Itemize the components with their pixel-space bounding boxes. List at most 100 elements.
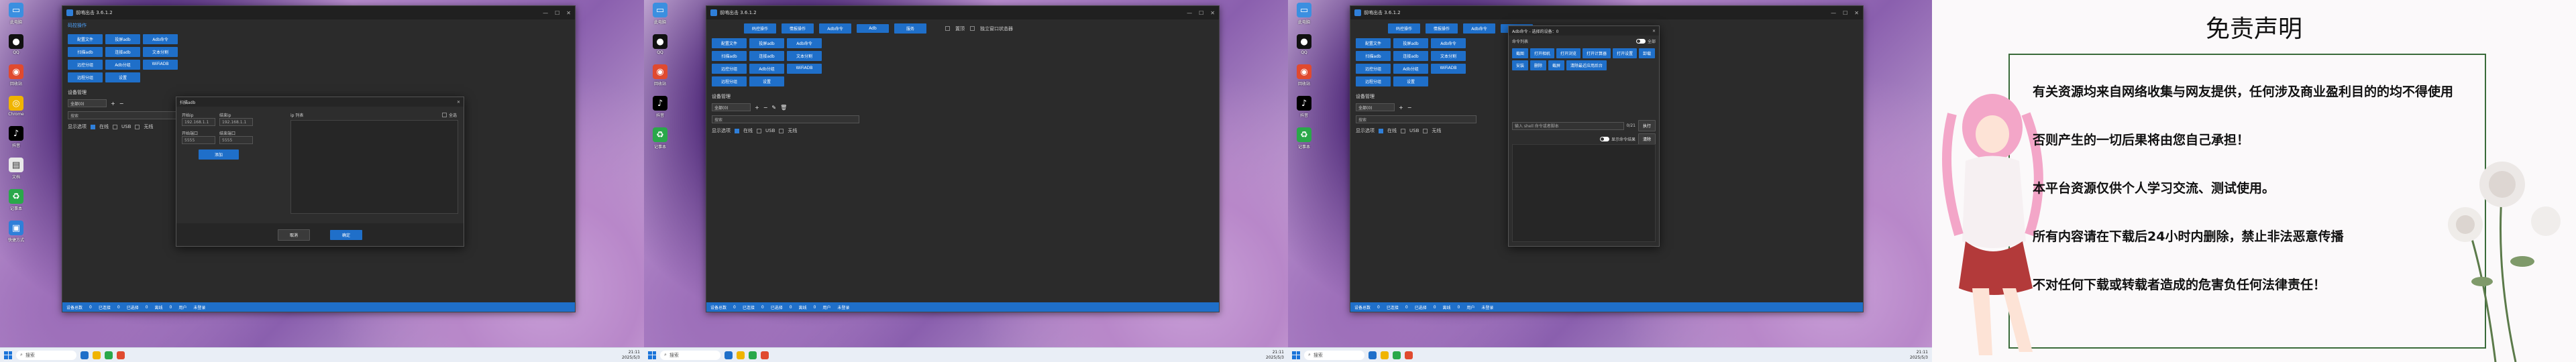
desktop-icon[interactable]: ● QQ: [1291, 34, 1318, 55]
command-button[interactable]: 打开浏览: [1556, 48, 1581, 58]
maximize-button[interactable]: ☐: [1843, 10, 1847, 16]
group-select[interactable]: 全部(0): [712, 103, 751, 111]
taskbar-app-icon[interactable]: [761, 351, 769, 359]
command-button[interactable]: 打开设置: [1613, 48, 1638, 58]
desktop-icon[interactable]: ▤ 文档: [3, 158, 30, 180]
settings-button[interactable]: 设置: [749, 76, 784, 86]
taskbar-clock[interactable]: 21:11 2025/5/3: [622, 350, 640, 361]
adb-group-button[interactable]: Adb分组: [749, 64, 784, 74]
desktop-icon[interactable]: ◎ Chrome: [3, 96, 30, 117]
usb-checkbox[interactable]: [1401, 128, 1405, 133]
adb-group-button[interactable]: Adb分组: [105, 60, 140, 70]
group-select[interactable]: 全部(0): [68, 99, 107, 107]
wifi-adb-button[interactable]: WiFiADB: [143, 60, 178, 70]
command-button[interactable]: 删除: [1530, 60, 1547, 70]
add-icon[interactable]: +: [111, 101, 115, 107]
add-icon[interactable]: +: [1399, 105, 1403, 111]
exec-button[interactable]: 执行: [1638, 120, 1656, 131]
tab-button[interactable]: 情报操作: [782, 23, 814, 34]
edit-icon[interactable]: ✎: [771, 105, 776, 111]
wireless-checkbox[interactable]: [135, 124, 140, 129]
wifi-adb-button[interactable]: WiFiADB: [1431, 64, 1466, 74]
desktop-icon[interactable]: ♻ 记事本: [647, 127, 674, 149]
taskbar-search[interactable]: ⌕ 搜索: [1304, 350, 1364, 360]
tab-button[interactable]: Adb: [857, 24, 889, 33]
desktop-icon[interactable]: ◉ 回收站: [3, 64, 30, 86]
mirror-adb-button[interactable]: 投屏adb: [749, 38, 784, 48]
remote-list-button[interactable]: 远程分组: [1356, 76, 1391, 86]
text-split-button[interactable]: 文本分割: [787, 51, 822, 61]
close-button[interactable]: ✕: [566, 10, 571, 16]
config-button[interactable]: 配置文件: [712, 38, 747, 48]
config-button[interactable]: 配置文件: [68, 34, 103, 44]
tab-button[interactable]: 情报操作: [1426, 23, 1458, 34]
end-port-input[interactable]: 5555: [219, 136, 253, 144]
top-checkbox[interactable]: [945, 26, 950, 31]
command-button[interactable]: 打开计算器: [1582, 48, 1611, 58]
text-split-button[interactable]: 文本分割: [143, 47, 178, 57]
online-checkbox[interactable]: [735, 128, 739, 133]
desktop-icon[interactable]: ♪ 抖音: [1291, 96, 1318, 118]
mirror-adb-button[interactable]: 投屏adb: [1393, 38, 1428, 48]
minus-icon[interactable]: −: [119, 101, 124, 107]
desktop-icon[interactable]: ◉ 回收站: [1291, 64, 1318, 86]
remote-group-button[interactable]: 远控分组: [68, 60, 103, 70]
cancel-button[interactable]: 取消: [278, 229, 310, 241]
desktop-icon[interactable]: ● QQ: [647, 34, 674, 55]
adb-group-button[interactable]: Adb分组: [1393, 64, 1428, 74]
end-ip-input[interactable]: 192.168.1.1: [219, 118, 253, 126]
minus-icon[interactable]: −: [1407, 105, 1412, 111]
all-toggle[interactable]: [1635, 39, 1646, 44]
desktop-icon[interactable]: ▭ 此电脑: [647, 3, 674, 25]
add-icon[interactable]: +: [755, 105, 759, 111]
command-button[interactable]: 截图: [1512, 48, 1529, 58]
taskbar-app-icon[interactable]: [117, 351, 125, 359]
online-checkbox[interactable]: [91, 124, 95, 129]
desktop-icon[interactable]: ♪ 抖音: [647, 96, 674, 118]
close-icon[interactable]: ✕: [1652, 29, 1656, 34]
connect-adb-button[interactable]: 连接adb: [1393, 51, 1428, 61]
remember-checkbox[interactable]: [970, 26, 975, 31]
desktop-icon[interactable]: ▭ 此电脑: [1291, 3, 1318, 25]
wireless-checkbox[interactable]: [779, 128, 784, 133]
taskbar-app-icon[interactable]: [749, 351, 757, 359]
tab-button[interactable]: 码控操作: [744, 23, 776, 34]
taskbar-app-icon[interactable]: [737, 351, 745, 359]
desktop-icon[interactable]: ♻ 记事本: [1291, 127, 1318, 149]
taskbar-clock[interactable]: 21:11 2025/5/3: [1266, 350, 1284, 361]
command-input[interactable]: 输入 shell 命令或者脚本: [1512, 121, 1624, 130]
start-icon[interactable]: [4, 351, 12, 359]
adb-command-button[interactable]: Adb命令: [143, 34, 178, 44]
maximize-button[interactable]: ☐: [1199, 10, 1203, 16]
taskbar-search[interactable]: ⌕ 搜索: [660, 350, 720, 360]
usb-checkbox[interactable]: [113, 124, 117, 129]
command-button[interactable]: 清除最近应用后台: [1566, 60, 1607, 70]
taskbar-app-icon[interactable]: [105, 351, 113, 359]
close-icon[interactable]: ✕: [457, 100, 460, 105]
group-select[interactable]: 全部(0): [1356, 103, 1395, 111]
command-button[interactable]: 打开相机: [1530, 48, 1555, 58]
config-button[interactable]: 配置文件: [1356, 38, 1391, 48]
tab-mode[interactable]: 码控操作: [68, 22, 87, 29]
select-all-checkbox[interactable]: [441, 113, 447, 117]
command-button[interactable]: 安装: [1512, 60, 1529, 70]
taskbar-app-icon[interactable]: [1393, 351, 1401, 359]
scan-adb-button[interactable]: 扫描adb: [712, 51, 747, 61]
text-split-button[interactable]: 文本分割: [1431, 51, 1466, 61]
remote-group-button[interactable]: 远控分组: [1356, 64, 1391, 74]
start-icon[interactable]: [648, 351, 656, 359]
taskbar-app-icon[interactable]: [1381, 351, 1389, 359]
start-port-input[interactable]: 5555: [182, 136, 215, 144]
usb-checkbox[interactable]: [757, 128, 761, 133]
command-button[interactable]: 截屏: [1548, 60, 1565, 70]
desktop-icon[interactable]: ▭ 此电脑: [3, 3, 30, 25]
tab-button[interactable]: 服务: [894, 23, 926, 34]
taskbar-app-icon[interactable]: [93, 351, 101, 359]
tab-button[interactable]: 码控操作: [1388, 23, 1420, 34]
taskbar-app-icon[interactable]: [1368, 351, 1377, 359]
minimize-button[interactable]: —: [1187, 10, 1192, 16]
command-button[interactable]: 卸载: [1639, 48, 1656, 58]
connect-adb-button[interactable]: 连接adb: [749, 51, 784, 61]
minimize-button[interactable]: —: [543, 10, 548, 16]
online-checkbox[interactable]: [1379, 128, 1383, 133]
